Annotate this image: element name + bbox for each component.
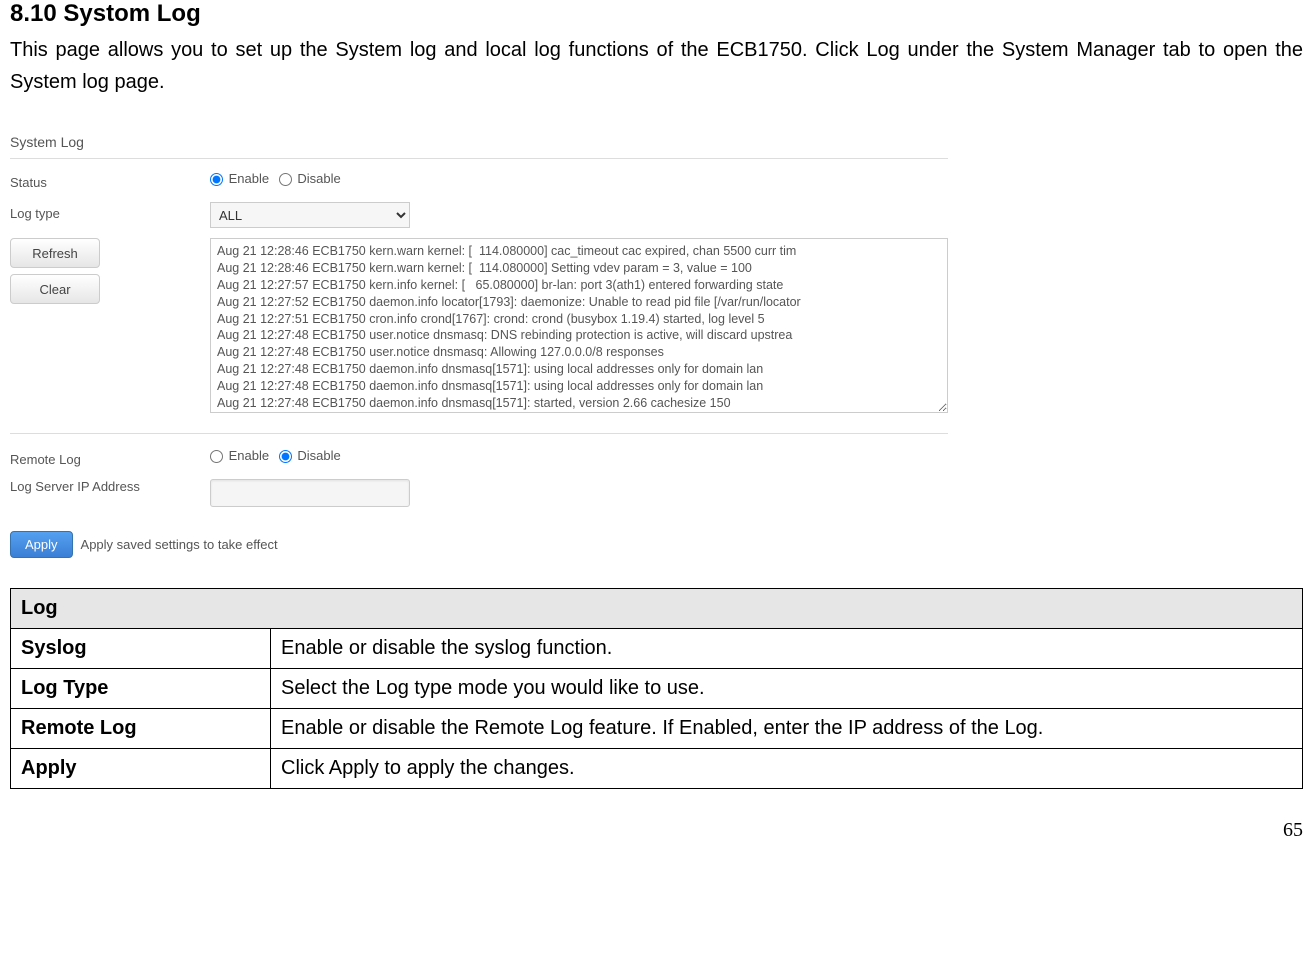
remote-enable-option[interactable]: Enable	[210, 448, 273, 463]
page-number: 65	[0, 789, 1313, 852]
section-title: 8.10 Systom Log	[10, 0, 1303, 28]
section-intro: This page allows you to set up the Syste…	[10, 34, 1303, 98]
remote-disable-label: Disable	[297, 448, 340, 463]
status-enable-radio[interactable]	[210, 173, 223, 186]
status-enable-label: Enable	[229, 171, 269, 186]
table-key: Apply	[11, 749, 271, 789]
table-val: Enable or disable the syslog function.	[271, 629, 1303, 669]
logtype-row: Log type ALL	[10, 196, 948, 234]
status-disable-option[interactable]: Disable	[279, 171, 341, 186]
apply-hint: Apply saved settings to take effect	[81, 537, 278, 552]
logtype-label: Log type	[10, 202, 210, 221]
table-val: Select the Log type mode you would like …	[271, 669, 1303, 709]
remote-disable-radio[interactable]	[279, 450, 292, 463]
remote-log-row: Remote Log Enable Disable	[10, 442, 948, 473]
status-disable-label: Disable	[297, 171, 340, 186]
screenshot-panel: System Log Status Enable Disable Log typ…	[10, 118, 948, 558]
panel-title: System Log	[10, 134, 948, 159]
table-row: Syslog Enable or disable the syslog func…	[11, 629, 1303, 669]
table-header-row: Log	[11, 589, 1303, 629]
divider	[10, 433, 948, 434]
apply-button[interactable]: Apply	[10, 531, 73, 558]
clear-button[interactable]: Clear	[10, 274, 100, 304]
status-row: Status Enable Disable	[10, 165, 948, 196]
status-disable-radio[interactable]	[279, 173, 292, 186]
table-row: Apply Click Apply to apply the changes.	[11, 749, 1303, 789]
status-enable-option[interactable]: Enable	[210, 171, 273, 186]
remote-enable-radio[interactable]	[210, 450, 223, 463]
remote-enable-label: Enable	[229, 448, 269, 463]
log-server-ip-row: Log Server IP Address	[10, 473, 948, 513]
apply-row: Apply Apply saved settings to take effec…	[10, 531, 948, 558]
status-radios: Enable Disable	[210, 171, 948, 186]
table-key: Log Type	[11, 669, 271, 709]
remote-log-label: Remote Log	[10, 448, 210, 467]
table-key: Remote Log	[11, 709, 271, 749]
table-val: Enable or disable the Remote Log feature…	[271, 709, 1303, 749]
status-label: Status	[10, 171, 210, 190]
table-row: Remote Log Enable or disable the Remote …	[11, 709, 1303, 749]
remote-disable-option[interactable]: Disable	[279, 448, 341, 463]
table-row: Log Type Select the Log type mode you wo…	[11, 669, 1303, 709]
log-server-ip-input[interactable]	[210, 479, 410, 507]
description-table: Log Syslog Enable or disable the syslog …	[10, 588, 1303, 789]
table-header: Log	[11, 589, 1303, 629]
refresh-button[interactable]: Refresh	[10, 238, 100, 268]
log-textarea[interactable]	[210, 238, 948, 413]
log-area-row: Refresh Clear	[10, 234, 948, 413]
table-key: Syslog	[11, 629, 271, 669]
log-server-ip-label: Log Server IP Address	[10, 479, 210, 494]
logtype-select[interactable]: ALL	[210, 202, 410, 228]
remote-log-radios: Enable Disable	[210, 448, 948, 463]
table-val: Click Apply to apply the changes.	[271, 749, 1303, 789]
